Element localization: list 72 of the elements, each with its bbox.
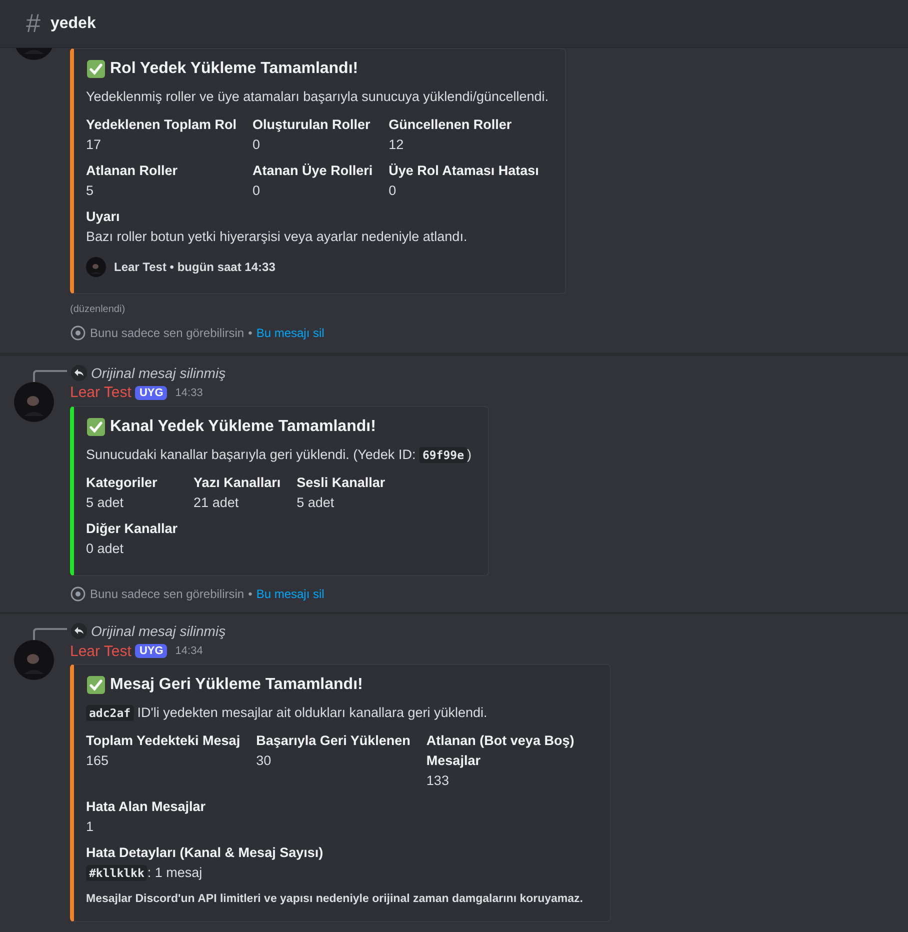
field-name: Hata Detayları (Kanal & Mesaj Sayısı) <box>86 844 324 862</box>
username[interactable]: Lear Test <box>70 384 132 401</box>
field-value: 30 <box>256 752 272 770</box>
field-value: 17 <box>86 136 102 154</box>
field-value: 0 adet <box>86 540 125 558</box>
field-name: Hata Alan Mesajlar <box>86 798 207 816</box>
eye-icon <box>70 586 86 602</box>
reply-preview[interactable]: Orijinal mesaj silinmiş <box>91 364 226 380</box>
field-value: 0 <box>388 182 398 200</box>
field-value: 5 adet <box>296 494 336 512</box>
eye-icon <box>70 325 86 341</box>
embed-description: Sunucudaki kanallar başarıyla geri yüklendi. (Yedek ID: 69f99e ) <box>86 446 472 464</box>
field-name: Üye Rol Ataması Hatası <box>388 162 539 180</box>
field-value: 0 <box>252 136 262 154</box>
check-icon <box>86 59 106 79</box>
reply-icon <box>71 364 87 380</box>
field-value: 165 <box>86 752 110 770</box>
embed-title: Mesaj Geri Yükleme Tamamlandı! <box>110 676 363 694</box>
field-value: 12 <box>388 136 405 154</box>
field-value: 133 <box>426 772 450 790</box>
field-name: Kategoriler <box>86 474 158 492</box>
field-name: Yedeklenen Toplam Rol <box>86 116 237 134</box>
ephemeral-note: Bunu sadece sen görebilirsin <box>90 326 244 340</box>
embed-title: Rol Yedek Yükleme Tamamlandı! <box>110 60 358 78</box>
check-icon <box>86 675 106 695</box>
reply-icon <box>71 623 87 639</box>
embed-footer: Lear Test • bugün saat 14:33 <box>114 260 276 274</box>
field-value: 5 <box>86 182 95 200</box>
field-name: Diğer Kanallar <box>86 520 178 538</box>
inline-code: #kllklkk <box>86 865 148 881</box>
field-name: Güncellenen Roller <box>388 116 513 134</box>
ephemeral-note: Bunu sadece sen görebilirsin <box>90 586 244 600</box>
reply-preview[interactable]: Orijinal mesaj silinmiş <box>91 623 226 639</box>
field-name: Toplam Yedekteki Mesaj <box>86 732 240 750</box>
timestamp: 14:34 <box>175 645 203 657</box>
avatar[interactable] <box>86 257 106 277</box>
field-value: 21 adet <box>194 494 240 512</box>
field-value: 1 <box>86 818 95 836</box>
reply-connector <box>33 626 67 640</box>
field-name: Atanan Üye Rolleri <box>252 162 373 180</box>
timestamp: 14:33 <box>175 386 203 398</box>
check-icon <box>86 416 106 436</box>
delete-message-link[interactable]: Bu mesajı sil <box>256 586 324 600</box>
field-name: Oluşturulan Roller <box>252 116 372 134</box>
separator-dot: • <box>248 586 252 600</box>
username[interactable]: Lear Test <box>70 642 132 660</box>
inline-code: 69f99e <box>419 446 467 462</box>
field-value: 5 adet <box>86 494 125 512</box>
field-name: Başarıyla Geri Yüklenen <box>256 732 410 750</box>
field-value: #kllklkk : 1 mesaj <box>86 863 594 883</box>
field-name: Atlanan (Bot veya Boş) Mesajlar <box>426 732 576 770</box>
field-name: Sesli Kanallar <box>296 474 386 492</box>
embed-description: Yedeklenmiş roller ve üye atamaları başarıyla sunucuya yüklendi/güncellendi. <box>86 88 549 106</box>
edited-label: (düzenlendi) <box>70 304 126 315</box>
app-tag: UYG <box>135 386 168 400</box>
embed-description: adc2af ID'li yedekten mesajlar ait oldukları kanallara geri yüklendi. <box>86 703 594 723</box>
field-value: 0 <box>252 182 262 200</box>
inline-code: adc2af <box>86 705 134 721</box>
app-tag: UYG <box>135 644 168 658</box>
field-value: Bazı roller botun yetki hiyerarşisi veya ayarlar nedeniyle atlandı. <box>86 228 468 246</box>
embed-footer: Mesajlar Discord'un API limitleri ve yapısı nedeniyle orijinal zaman damgalarını koruyamaz. <box>86 893 583 905</box>
channel-hash-icon: # <box>26 8 40 39</box>
channel-name: yedek <box>50 14 96 32</box>
delete-message-link[interactable]: Bu mesajı sil <box>256 326 324 340</box>
reply-connector <box>33 368 67 382</box>
field-name: Yazı Kanalları <box>194 474 281 492</box>
avatar[interactable] <box>14 382 54 422</box>
separator-dot: • <box>248 326 252 340</box>
avatar[interactable] <box>14 640 54 680</box>
embed-title: Kanal Yedek Yükleme Tamamlandı! <box>110 418 376 436</box>
field-name: Uyarı <box>86 208 121 226</box>
field-name: Atlanan Roller <box>86 162 179 180</box>
